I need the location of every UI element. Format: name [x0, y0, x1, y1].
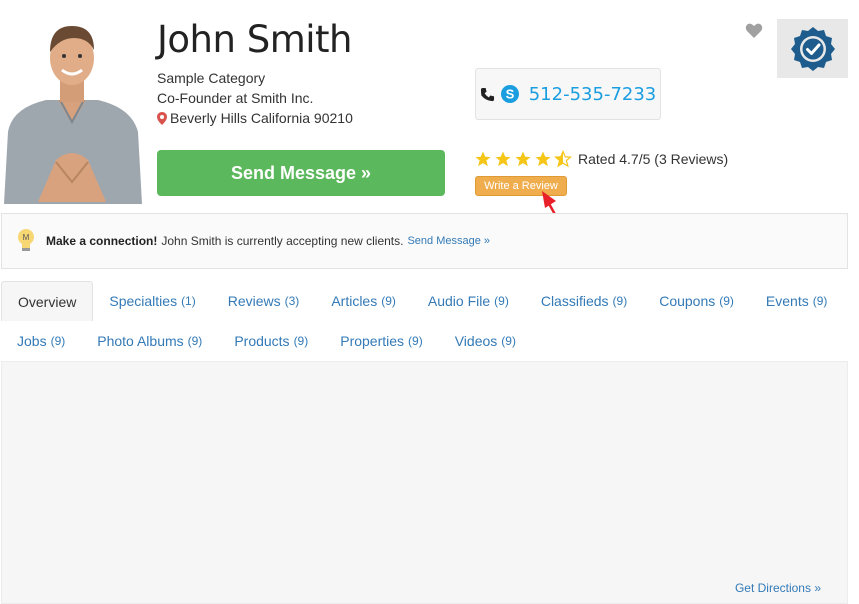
phone-number[interactable]: 512-535-7233 — [529, 84, 657, 105]
skype-icon: S — [500, 85, 519, 103]
tab-photo-albums[interactable]: Photo Albums (9) — [81, 321, 218, 361]
tabs-row-2: Jobs (9) Photo Albums (9) Products (9) Prop… — [1, 321, 532, 361]
tab-reviews[interactable]: Reviews (3) — [212, 281, 316, 321]
tab-articles[interactable]: Articles (9) — [315, 281, 412, 321]
tab-products[interactable]: Products (9) — [218, 321, 324, 361]
star-icon — [535, 151, 551, 167]
verified-badge-icon — [790, 26, 835, 71]
rating: Rated 4.7/5 (3 Reviews) — [474, 150, 728, 168]
svg-text:M: M — [23, 233, 30, 242]
heart-icon[interactable] — [745, 22, 763, 39]
profile-photo — [0, 12, 144, 204]
star-icon — [475, 151, 491, 167]
tabs-row-1: Overview Specialties (1) Reviews (3) Artic… — [1, 281, 843, 321]
tab-specialties[interactable]: Specialties (1) — [93, 281, 211, 321]
star-half-icon — [554, 150, 572, 168]
profile-location: Beverly Hills California 90210 — [157, 110, 353, 126]
connection-message: John Smith is currently accepting new cl… — [161, 234, 404, 248]
tab-coupons[interactable]: Coupons (9) — [643, 281, 750, 321]
profile-title: Co-Founder at Smith Inc. — [157, 90, 314, 106]
tab-properties[interactable]: Properties (9) — [324, 321, 438, 361]
location-text: Beverly Hills California 90210 — [170, 110, 353, 126]
tab-audio-file[interactable]: Audio File (9) — [412, 281, 525, 321]
tab-events[interactable]: Events (9) — [750, 281, 843, 321]
connection-send-link[interactable]: Send Message » — [407, 235, 490, 247]
tab-jobs[interactable]: Jobs (9) — [1, 321, 81, 361]
profile-category: Sample Category — [157, 70, 266, 86]
send-message-button[interactable]: Send Message » — [157, 150, 445, 196]
tab-classifieds[interactable]: Classifieds (9) — [525, 281, 643, 321]
rating-text: Rated 4.7/5 (3 Reviews) — [578, 151, 729, 167]
star-icon — [515, 151, 531, 167]
phone-icon — [480, 87, 494, 101]
profile-name: John Smith — [157, 18, 352, 61]
get-directions-link[interactable]: Get Directions » — [735, 581, 821, 595]
connection-banner: M Make a connection! John Smith is curre… — [1, 213, 848, 269]
tab-overview[interactable]: Overview — [1, 281, 94, 321]
map-pin-icon — [157, 111, 167, 125]
verified-badge — [777, 19, 848, 78]
svg-text:S: S — [505, 87, 514, 102]
overview-panel: Get Directions » — [1, 361, 848, 604]
connection-lead: Make a connection! — [46, 234, 158, 248]
lightbulb-icon: M — [18, 229, 34, 251]
star-icon — [495, 151, 511, 167]
phone-box[interactable]: S 512-535-7233 — [475, 68, 661, 120]
tab-videos[interactable]: Videos (9) — [439, 321, 532, 361]
